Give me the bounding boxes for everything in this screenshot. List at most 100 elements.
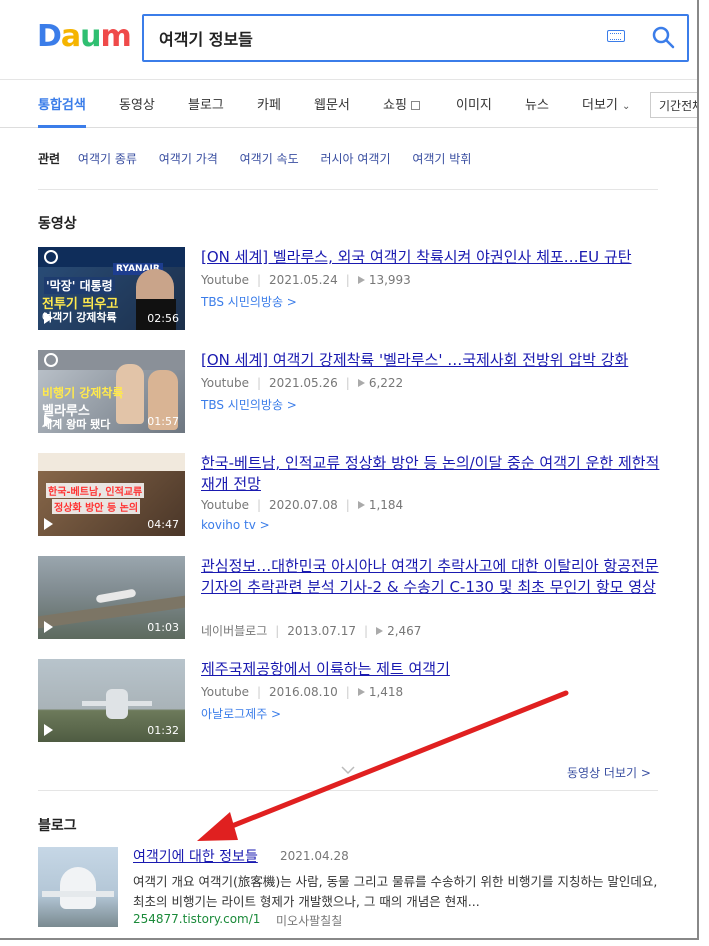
video-source: Youtube — [201, 273, 249, 287]
video-thumbnail[interactable]: 01:32 — [38, 659, 185, 742]
play-icon — [44, 724, 53, 736]
video-date: 2013.07.17 — [287, 624, 357, 638]
video-channel[interactable]: TBS 시민의방송 > — [201, 396, 297, 413]
globe-icon — [44, 250, 58, 264]
thumb-banner — [38, 350, 185, 370]
blog-thumbnail[interactable] — [38, 847, 118, 927]
video-meta: Youtube | 2021.05.24 | 13,993 — [201, 273, 411, 287]
video-duration: 01:32 — [147, 724, 179, 737]
blog-title[interactable]: 여객기에 대한 정보들 — [133, 846, 258, 866]
video-meta: Youtube | 2016.08.10 | 1,418 — [201, 685, 404, 699]
video-meta: Youtube | 2020.07.08 | 1,184 — [201, 498, 404, 512]
divider — [38, 790, 658, 791]
video-channel[interactable]: TBS 시민의방송 > — [201, 293, 297, 310]
tab-video[interactable]: 동영상 — [119, 94, 155, 113]
header: Daum — [0, 0, 697, 80]
tab-more[interactable]: 더보기 ⌄ — [582, 94, 630, 113]
thumb-caption: '막장' 대통령 — [44, 277, 115, 294]
play-icon — [44, 312, 53, 324]
video-section-title: 동영상 — [38, 216, 77, 232]
chevron-down-icon[interactable] — [341, 765, 355, 775]
search-icon[interactable] — [651, 25, 675, 49]
related-label: 관련 — [38, 152, 61, 166]
play-count-icon — [357, 379, 365, 387]
related-link[interactable]: 러시아 여객기 — [320, 152, 390, 166]
related-link[interactable]: 여객기 가격 — [159, 152, 218, 166]
period-filter-button[interactable]: 기간전체 — [650, 92, 697, 118]
globe-icon — [44, 353, 58, 367]
play-count-icon — [357, 501, 365, 509]
video-item: 01:03 관심정보…대한민국 아시아나 여객기 추락사고에 대한 이탈리아 항… — [38, 556, 678, 646]
tab-cafe[interactable]: 카페 — [257, 94, 281, 113]
blog-description: 여객기 개요 여객기(旅客機)는 사람, 동물 그리고 물류를 수송하기 위한 … — [133, 874, 658, 909]
video-duration: 04:47 — [147, 518, 179, 531]
shopping-box-icon — [411, 101, 421, 110]
blog-date: 2021.04.28 — [280, 849, 349, 863]
video-source: 네이버블로그 — [201, 624, 268, 638]
chevron-down-icon: ⌄ — [622, 101, 631, 112]
thumb-caption: 정상화 방안 등 논의 — [52, 499, 141, 514]
video-title[interactable]: 제주국제공항에서 이륙하는 제트 여객기 — [201, 659, 671, 680]
video-source: Youtube — [201, 685, 249, 699]
video-channel[interactable]: koviho tv > — [201, 518, 270, 532]
video-channel[interactable]: 아날로그제주 > — [201, 705, 281, 722]
video-views: 6,222 — [368, 376, 404, 390]
play-count-icon — [357, 276, 365, 284]
thumb-caption: 비행기 강제착륙 — [42, 386, 124, 400]
video-title[interactable]: [ON 세계] 여객기 강제착륙 '벨라루스' …국제사회 전방위 압박 강화 — [201, 350, 671, 371]
video-item: 한국-베트남, 인적교류 정상화 방안 등 논의 04:47 한국-베트남, 인… — [38, 453, 678, 543]
video-duration: 01:03 — [147, 621, 179, 634]
play-icon — [44, 621, 53, 633]
video-duration: 01:57 — [147, 415, 179, 428]
video-title[interactable]: [ON 세계] 벨라루스, 외국 여객기 착륙시켜 야권인사 체포…EU 규탄 — [201, 247, 671, 268]
play-count-icon — [357, 688, 365, 696]
tab-integrated[interactable]: 통합검색 — [38, 94, 86, 113]
tab-news[interactable]: 뉴스 — [525, 94, 549, 113]
video-thumbnail[interactable]: 한국-베트남, 인적교류 정상화 방안 등 논의 04:47 — [38, 453, 185, 536]
airplane-figure — [95, 588, 137, 604]
related-searches: 관련 여객기 종류 여객기 가격 여객기 속도 러시아 여객기 여객기 박휘 — [38, 150, 489, 167]
thumb-caption: 한국-베트남, 인적교류 — [46, 483, 145, 498]
tab-shopping[interactable]: 쇼핑 — [383, 94, 421, 113]
tab-web[interactable]: 웹문서 — [314, 94, 350, 113]
airplane-wing — [42, 891, 114, 897]
video-views: 13,993 — [368, 273, 411, 287]
active-tab-indicator — [38, 125, 86, 128]
search-input[interactable] — [159, 16, 579, 60]
blog-section-title: 블로그 — [38, 818, 77, 834]
video-date: 2021.05.24 — [269, 273, 338, 287]
blog-author[interactable]: 미오사팔칠칠 — [276, 912, 342, 929]
related-link[interactable]: 여객기 종류 — [78, 152, 137, 166]
video-duration: 02:56 — [147, 312, 179, 325]
tab-shopping-label: 쇼핑 — [383, 98, 407, 113]
related-link[interactable]: 여객기 박휘 — [412, 152, 471, 166]
video-meta: 네이버블로그 | 2013.07.17 | 2,467 — [201, 624, 422, 638]
video-meta: Youtube | 2021.05.26 | 6,222 — [201, 376, 404, 390]
related-link[interactable]: 여객기 속도 — [240, 152, 299, 166]
more-videos-link[interactable]: 동영상 더보기 > — [567, 764, 651, 781]
video-item: 01:32 제주국제공항에서 이륙하는 제트 여객기 Youtube | 2016.… — [38, 659, 678, 749]
video-source: Youtube — [201, 376, 249, 390]
video-title[interactable]: 한국-베트남, 인적교류 정상화 방안 등 논의/이달 중순 여객기 운한 제한… — [201, 453, 671, 495]
video-item: RYANAIR '막장' 대통령 전투기 띄우고 여객기 강제착륙 02:56 … — [38, 247, 678, 337]
tab-more-label: 더보기 — [582, 98, 618, 113]
logo-letter: a — [60, 19, 81, 54]
daum-logo[interactable]: Daum — [37, 19, 132, 54]
video-title[interactable]: 관심정보…대한민국 아시아나 여객기 추락사고에 대한 이탈리아 항공전문기자의… — [201, 556, 671, 598]
keyboard-icon[interactable] — [607, 30, 625, 42]
tab-image[interactable]: 이미지 — [456, 94, 492, 113]
blog-url[interactable]: 254877.tistory.com/1 — [133, 912, 260, 926]
tab-bar: 통합검색 동영상 블로그 카페 웹문서 쇼핑 이미지 뉴스 더보기 ⌄ 기간전체 — [0, 80, 697, 128]
video-views: 1,184 — [368, 498, 404, 512]
play-count-icon — [376, 627, 384, 635]
logo-letter: D — [37, 19, 62, 54]
video-source: Youtube — [201, 498, 249, 512]
tab-blog[interactable]: 블로그 — [188, 94, 224, 113]
thumb-caption: 여객기 강제착륙 — [42, 311, 117, 324]
search-box — [142, 14, 689, 62]
video-thumbnail[interactable]: RYANAIR '막장' 대통령 전투기 띄우고 여객기 강제착륙 02:56 — [38, 247, 185, 330]
play-icon — [44, 518, 53, 530]
video-thumbnail[interactable]: 비행기 강제착륙 벨라루스 세계 왕따 됐다 01:57 — [38, 350, 185, 433]
video-date: 2016.08.10 — [269, 685, 338, 699]
video-thumbnail[interactable]: 01:03 — [38, 556, 185, 639]
